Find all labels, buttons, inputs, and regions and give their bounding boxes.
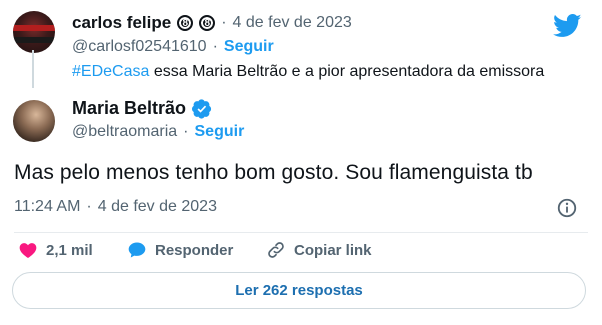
tweet-timestamp[interactable]: 11:24 AM · 4 de fev de 2023 (14, 198, 217, 216)
heart-icon (19, 243, 37, 258)
separator-dot: · (86, 198, 92, 215)
parent-tweet-text: #EDeCasa essa Maria Beltrão e a pior apr… (72, 63, 544, 81)
copy-link-label: Copiar link (294, 241, 372, 259)
verified-badge-icon (192, 98, 212, 119)
author-handle-row: @beltraomaria · Seguir (72, 123, 244, 141)
link-icon (268, 242, 284, 258)
speech-bubble-icon (128, 242, 146, 258)
separator-dot: · (212, 38, 218, 55)
parent-handle-row: @carlosf02541610 · Seguir (72, 38, 274, 56)
parent-tweet-body: essa Maria Beltrão e a pior apresentador… (149, 63, 545, 80)
follow-link[interactable]: Seguir (195, 123, 245, 141)
info-icon[interactable] (556, 197, 578, 219)
separator-dot: · (221, 14, 227, 31)
embedded-tweet-card: carlos felipe 8 8 · 4 de fev de 2023 @ca… (0, 0, 602, 325)
author-row: Maria Beltrão (72, 98, 212, 119)
like-count: 2,1 mil (46, 241, 93, 259)
parent-author-row: carlos felipe 8 8 · 4 de fev de 2023 (72, 12, 352, 34)
parent-author-name[interactable]: carlos felipe (72, 13, 171, 33)
eight-ball-emoji-icon: 8 (177, 15, 194, 31)
tweet-text: Mas pelo menos tenho bom gosto. Sou flam… (14, 161, 533, 184)
tweet-date[interactable]: 4 de fev de 2023 (98, 198, 217, 216)
thread-connector-line (32, 50, 34, 88)
author-handle[interactable]: @beltraomaria (72, 123, 177, 141)
parent-author-avatar[interactable] (13, 11, 55, 53)
copy-link-button[interactable]: Copiar link (266, 240, 372, 260)
reply-label: Responder (155, 241, 234, 259)
divider (14, 232, 588, 233)
hashtag-link[interactable]: #EDeCasa (72, 63, 149, 80)
parent-author-handle[interactable]: @carlosf02541610 (72, 38, 207, 56)
author-avatar[interactable] (13, 100, 55, 142)
separator-dot: · (183, 123, 189, 140)
parent-follow-link[interactable]: Seguir (224, 38, 274, 56)
tweet-time[interactable]: 11:24 AM (14, 198, 80, 216)
like-button[interactable]: 2,1 mil (18, 240, 93, 260)
author-name[interactable]: Maria Beltrão (72, 98, 186, 119)
twitter-bird-icon[interactable] (553, 14, 582, 38)
read-replies-button[interactable]: Ler 262 respostas (12, 272, 586, 309)
parent-tweet-date[interactable]: 4 de fev de 2023 (233, 14, 352, 32)
reply-button[interactable]: Responder (127, 240, 233, 260)
eight-ball-emoji-icon: 8 (199, 15, 216, 31)
